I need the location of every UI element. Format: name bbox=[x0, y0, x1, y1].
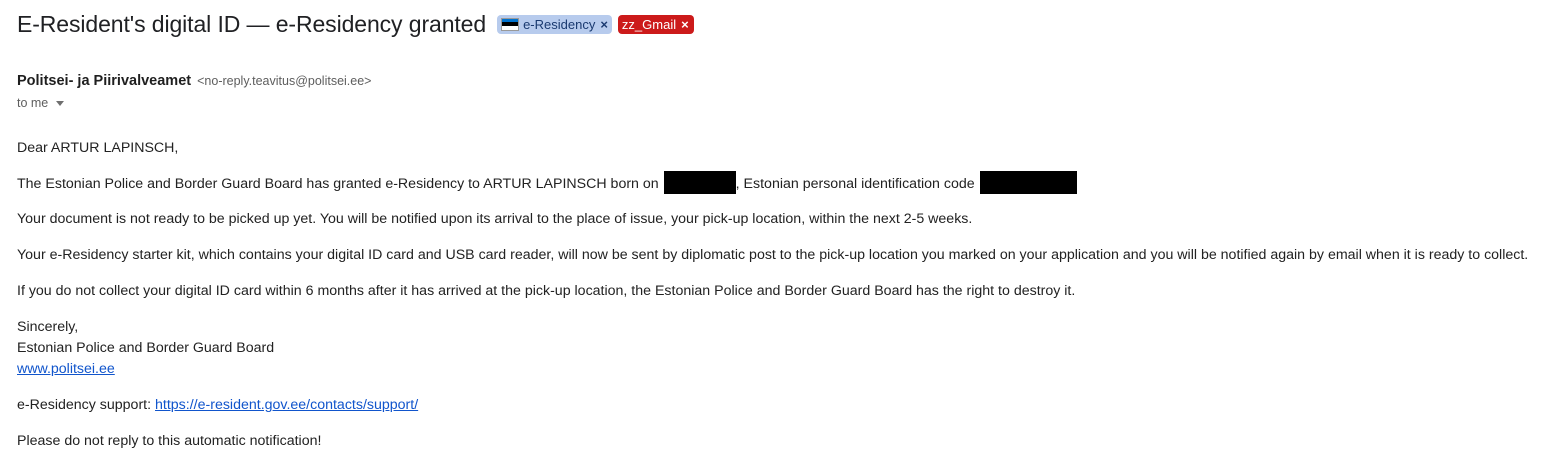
recipient-text: to me bbox=[17, 96, 49, 110]
chevron-down-icon[interactable] bbox=[56, 101, 65, 106]
sender-row: Politsei- ja Piirivalveamet <no-reply.te… bbox=[17, 73, 371, 89]
sign-off: Sincerely, bbox=[17, 319, 79, 335]
recipient-details-toggle[interactable]: to me bbox=[17, 96, 65, 110]
collect-warning-paragraph: If you do not collect your digital ID ca… bbox=[17, 283, 1076, 299]
granted-paragraph: The Estonian Police and Border Guard Boa… bbox=[17, 171, 1077, 195]
email-view: E-Resident's digital ID — e-Residency gr… bbox=[0, 0, 1560, 459]
label-name: e-Residency bbox=[523, 16, 596, 32]
support-label: e-Residency support: bbox=[17, 397, 156, 413]
label-chip-zz-gmail[interactable]: zz_Gmail × bbox=[617, 14, 694, 34]
signature-link-line: www.politsei.ee bbox=[17, 359, 115, 380]
not-ready-paragraph: Your document is not ready to be picked … bbox=[17, 211, 973, 227]
footer-note: Please do not reply to this automatic no… bbox=[17, 433, 322, 449]
remove-label-icon[interactable]: × bbox=[681, 15, 689, 34]
subject-row: E-Resident's digital ID — e-Residency gr… bbox=[17, 8, 694, 40]
estonia-flag-icon bbox=[501, 17, 520, 31]
support-line: e-Residency support: https://e-resident.… bbox=[17, 395, 418, 416]
sender-name[interactable]: Politsei- ja Piirivalveamet bbox=[17, 73, 191, 89]
starter-kit-paragraph: Your e-Residency starter kit, which cont… bbox=[17, 247, 1529, 263]
greeting: Dear ARTUR LAPINSCH, bbox=[17, 140, 179, 156]
support-link[interactable]: https://e-resident.gov.ee/contacts/suppo… bbox=[155, 397, 418, 413]
signature-org: Estonian Police and Border Guard Board bbox=[17, 340, 275, 356]
redacted-id-code bbox=[979, 171, 1077, 194]
politsei-website-link[interactable]: www.politsei.ee bbox=[17, 361, 115, 377]
redacted-birthdate bbox=[663, 171, 736, 194]
granted-text-prefix: The Estonian Police and Border Guard Boa… bbox=[17, 176, 659, 192]
email-subject: E-Resident's digital ID — e-Residency gr… bbox=[17, 11, 487, 37]
label-chip-e-residency[interactable]: e-Residency × bbox=[497, 14, 612, 34]
granted-text-middle: , Estonian personal identification code bbox=[735, 176, 975, 192]
remove-label-icon[interactable]: × bbox=[600, 15, 608, 34]
sender-email: <no-reply.teavitus@politsei.ee> bbox=[197, 74, 372, 88]
label-name: zz_Gmail bbox=[621, 16, 677, 32]
